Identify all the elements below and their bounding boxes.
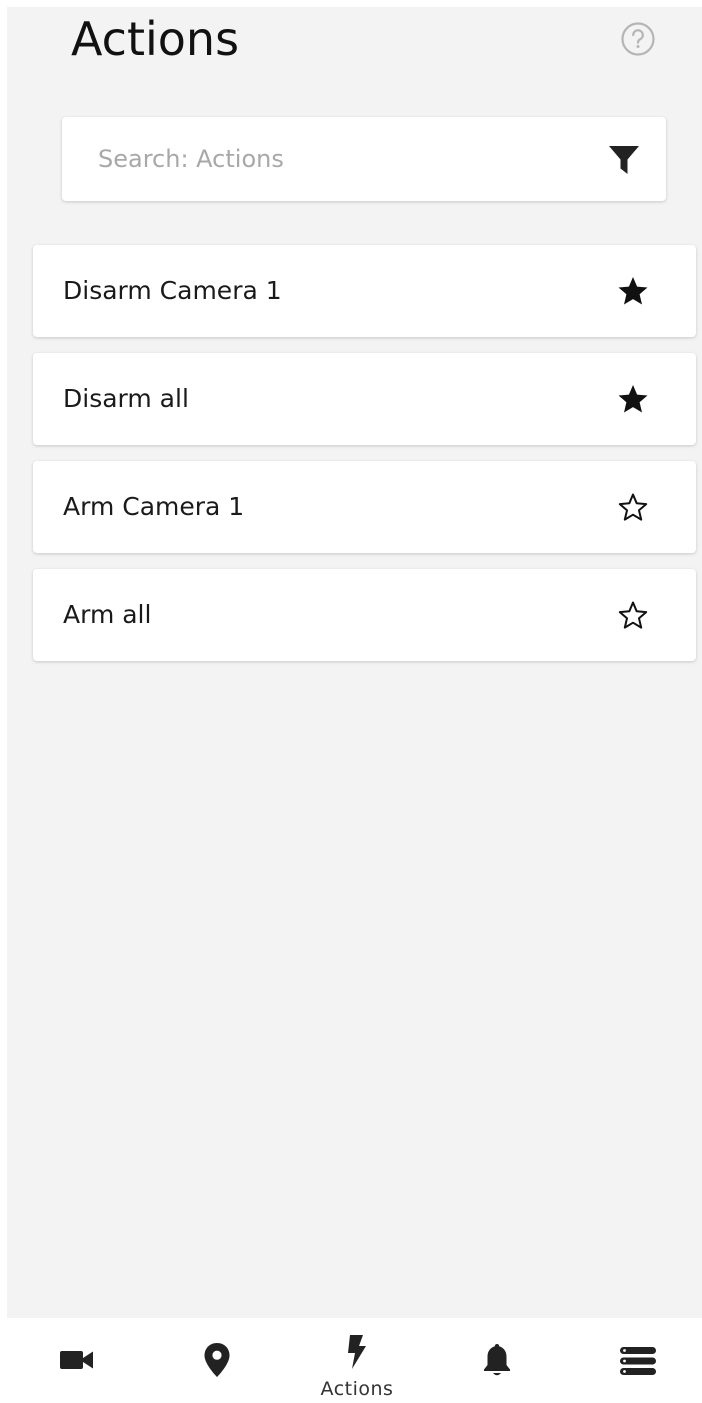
question-circle-icon[interactable] <box>620 21 656 57</box>
action-item[interactable]: Disarm all <box>33 353 696 445</box>
lightning-bolt-icon <box>348 1335 366 1369</box>
star-filled-icon[interactable] <box>617 383 649 415</box>
nav-item-actions[interactable]: Actions <box>307 1318 407 1403</box>
nav-item-events[interactable] <box>447 1318 547 1403</box>
video-camera-icon <box>60 1351 93 1369</box>
star-filled-icon[interactable] <box>617 275 649 307</box>
map-pin-icon <box>204 1343 230 1377</box>
nav-item-cameras[interactable] <box>27 1318 127 1403</box>
search-input[interactable] <box>92 117 588 201</box>
bottom-navigation: Actions <box>0 1318 702 1403</box>
search-bar <box>62 117 666 201</box>
actions-page: Actions Disarm Camera 1 <box>7 7 702 1318</box>
nav-item-menu[interactable] <box>588 1318 688 1403</box>
star-outline-icon[interactable] <box>617 491 649 523</box>
action-label: Disarm all <box>63 384 189 413</box>
action-label: Disarm Camera 1 <box>63 276 282 305</box>
page-title: Actions <box>71 12 240 66</box>
action-label: Arm all <box>63 600 152 629</box>
nav-label-actions: Actions <box>320 1378 394 1400</box>
action-item[interactable]: Arm Camera 1 <box>33 461 696 553</box>
app-screen: Actions Disarm Camera 1 <box>0 0 702 1403</box>
filter-funnel-icon[interactable] <box>608 144 640 176</box>
star-outline-icon[interactable] <box>617 599 649 631</box>
nav-item-map[interactable] <box>167 1318 267 1403</box>
bell-icon <box>484 1344 510 1376</box>
action-item[interactable]: Disarm Camera 1 <box>33 245 696 337</box>
menu-stack-icon <box>620 1347 656 1375</box>
action-item[interactable]: Arm all <box>33 569 696 661</box>
action-list: Disarm Camera 1 Disarm all Arm Camera 1 <box>33 245 696 677</box>
action-label: Arm Camera 1 <box>63 492 245 521</box>
